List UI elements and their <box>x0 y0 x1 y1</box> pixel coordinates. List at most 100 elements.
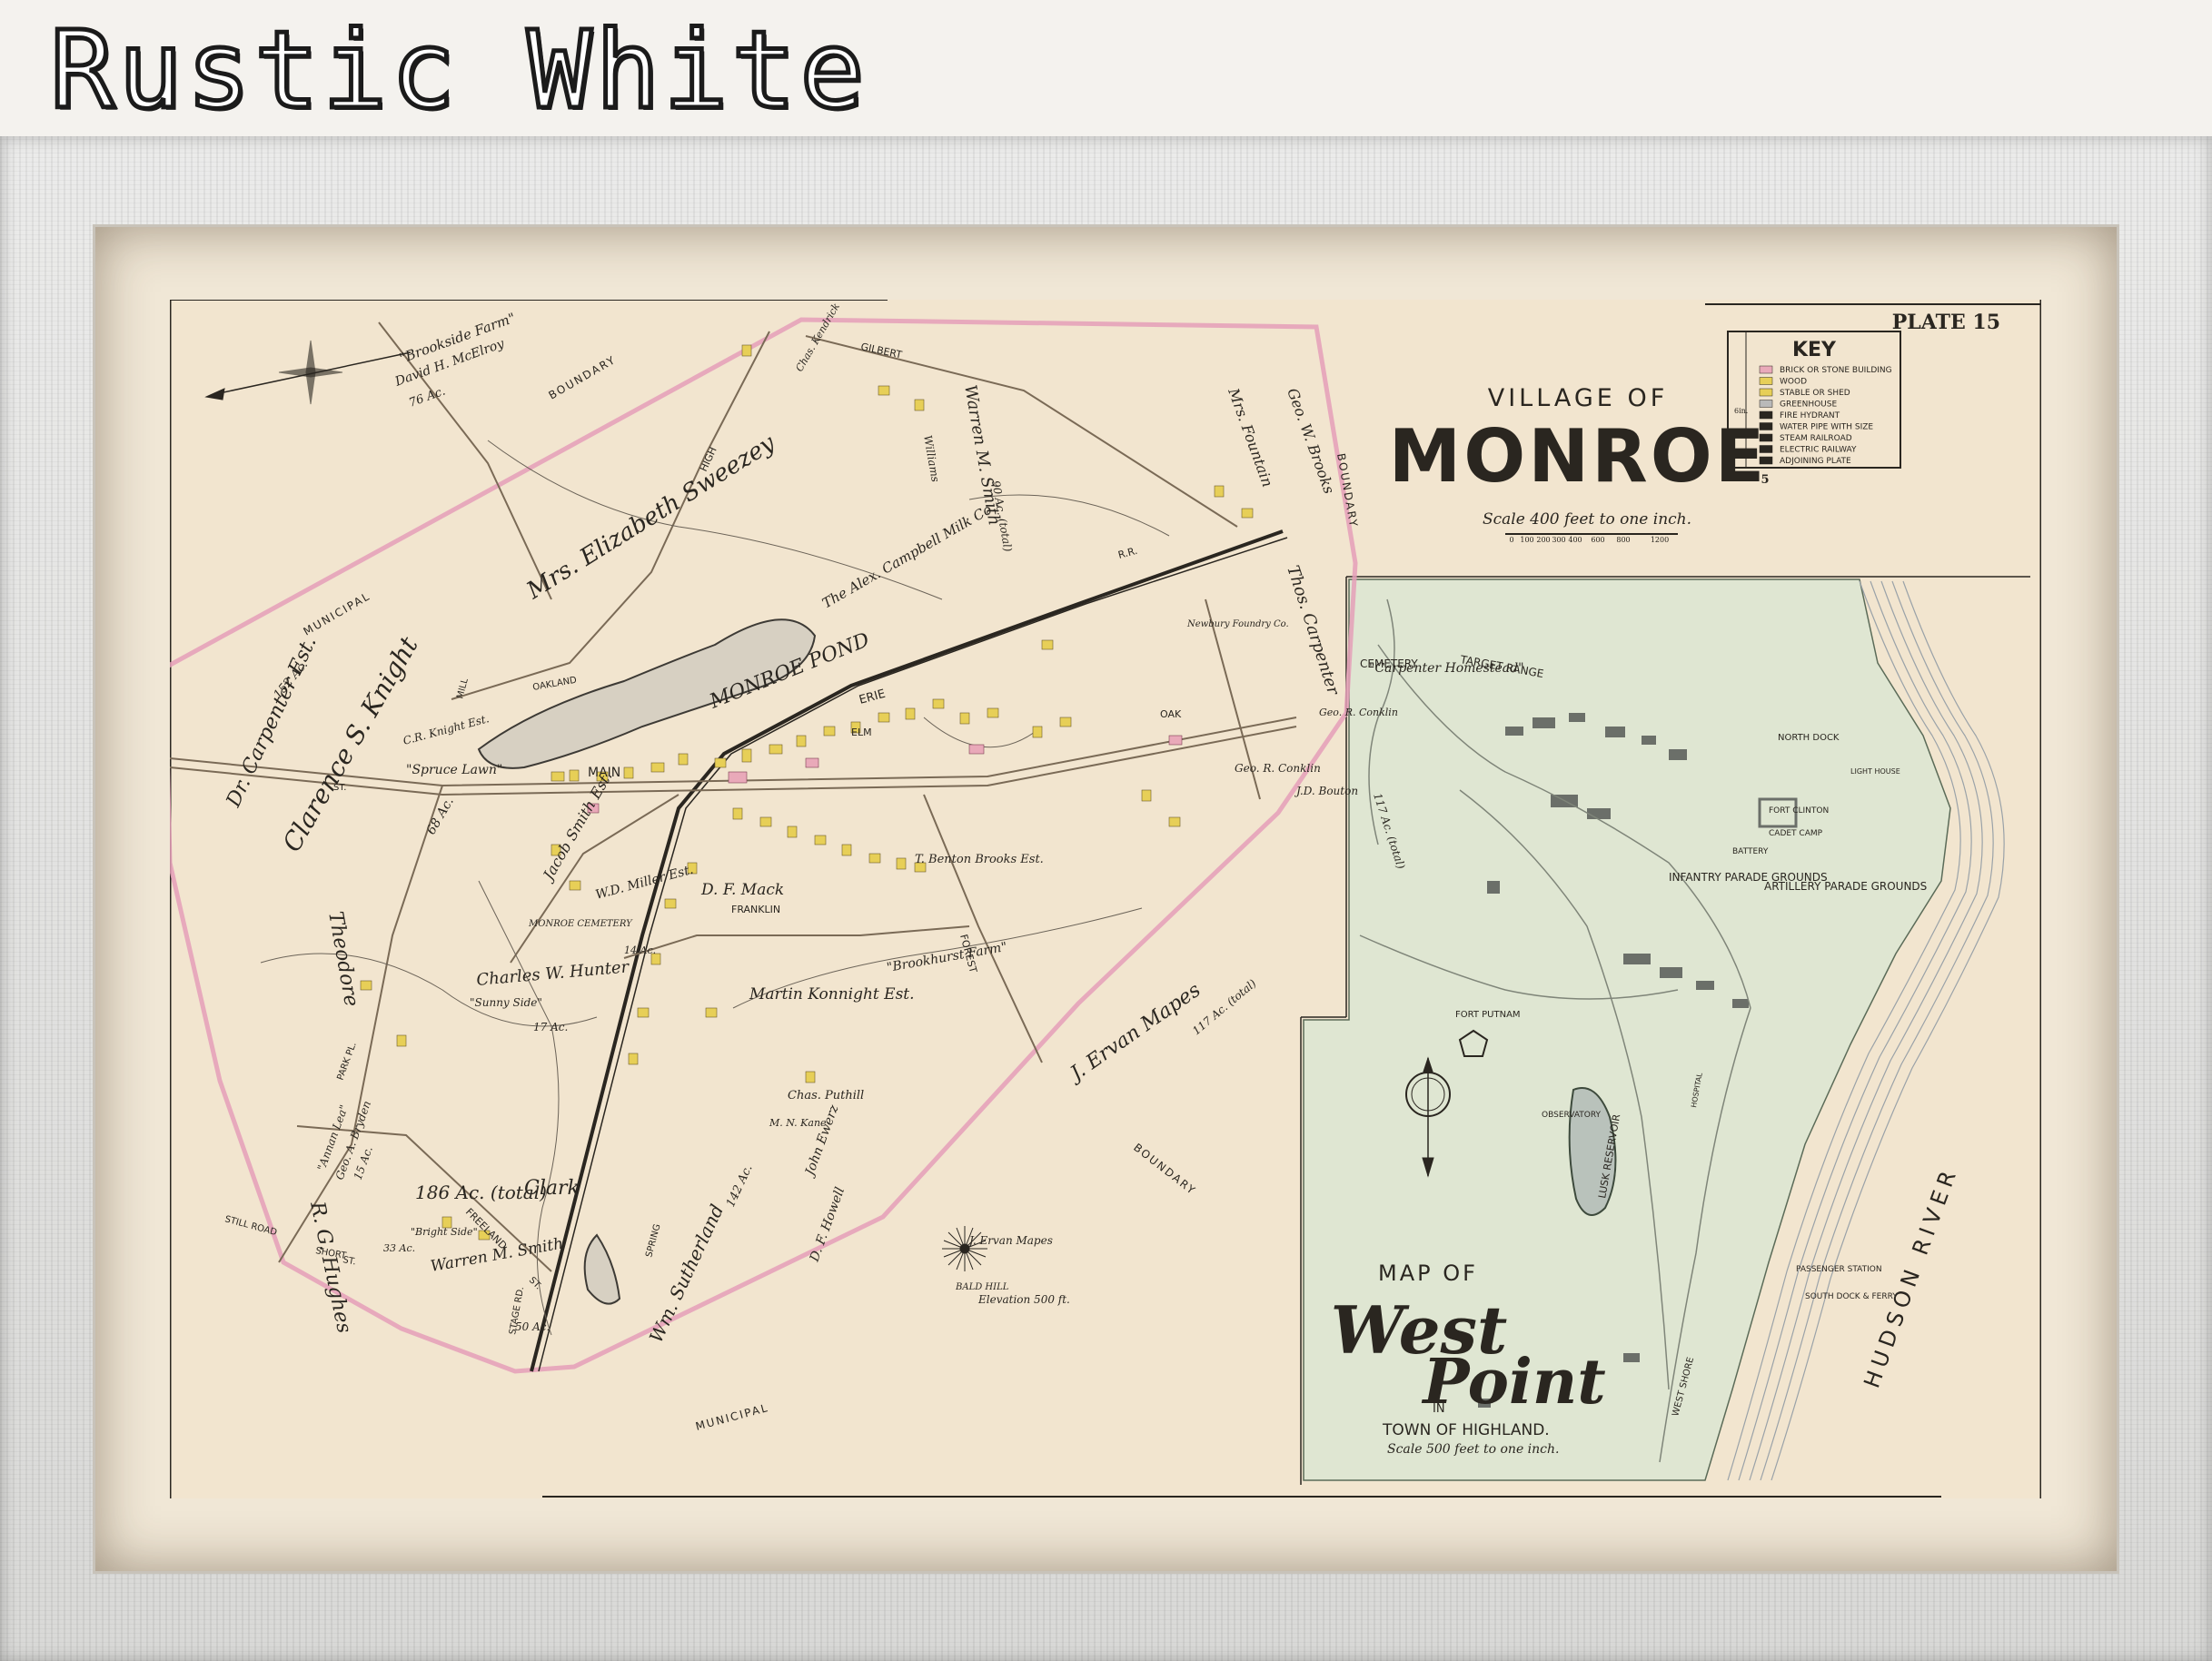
compass-rose-icon <box>204 340 412 405</box>
frame-style-title: Rustic White <box>48 7 868 133</box>
owner-label: J.D. Bouton <box>1294 785 1358 797</box>
key-swatch <box>1759 422 1773 430</box>
seamanville-pond <box>583 1233 621 1305</box>
key-swatch <box>1759 365 1773 374</box>
owner-label: 14 Ac. <box>624 944 656 956</box>
owner-label: "Bright Side" <box>411 1226 478 1238</box>
owner-label: Elevation 500 ft. <box>977 1293 1070 1306</box>
owner-label: J. Ervan Mapes <box>967 1234 1053 1247</box>
street-label: ELM <box>851 727 872 738</box>
bald-hill-icon <box>942 1226 987 1271</box>
monroe-map-svg: PLATE 15 VILLAGE OFMONROE Scale 400 feet t… <box>170 300 2041 1498</box>
map-title-line2: MONROE <box>1389 414 1768 499</box>
rustic-white-frame: PLATE 15 VILLAGE OF MONROE Scale 400 feet t… <box>0 136 2212 1661</box>
scale-tick: 600 <box>1591 536 1604 544</box>
inset-place-label: NORTH DOCK <box>1778 733 1840 743</box>
scale-tick: 200 <box>1536 536 1550 544</box>
boundary-label: MUNICIPAL <box>694 1401 770 1433</box>
map-sheet: PLATE 15 VILLAGE OF MONROE Scale 400 feet t… <box>170 300 2041 1498</box>
owner-label: Theodore <box>323 910 362 1009</box>
owner-label: M. N. Kane <box>769 1117 827 1129</box>
inset-place-label: CEMETERY <box>1360 657 1418 670</box>
owner-label: Thos. Carpenter <box>1283 563 1343 698</box>
owner-label: Williams <box>921 434 942 483</box>
owner-label: Martin Konnight Est. <box>749 985 915 1004</box>
owner-label: Geo. R. Conklin <box>1319 707 1398 718</box>
street-label: ST. <box>527 1275 543 1291</box>
key-item-label: ADJOINING PLATE <box>1780 457 1851 466</box>
inset-subtitle: TOWN OF HIGHLAND. <box>1382 1421 1550 1439</box>
owner-label: 17 Ac. <box>533 1021 568 1033</box>
key-swatch <box>1759 445 1773 453</box>
key-item-label: STABLE OR SHED <box>1780 389 1850 398</box>
inset-place-label: ARTILLERY PARADE GROUNDS <box>1764 880 1927 893</box>
street-label: PARK PL. <box>335 1041 358 1082</box>
owner-label: Chas. Kendrick <box>793 301 842 373</box>
inset-title-line4: IN <box>1433 1402 1445 1416</box>
inset-title-line3: Point <box>1421 1346 1605 1419</box>
scale-tick: 300 <box>1552 536 1565 544</box>
inset-scale: Scale 500 feet to one inch. <box>1387 1442 1559 1457</box>
owner-label: T. Benton Brooks Est. <box>915 853 1044 866</box>
scale-tick: 100 <box>1520 536 1533 544</box>
street-label: OAKLAND <box>532 676 578 693</box>
key-item-label: WOOD <box>1780 378 1807 387</box>
inset-place-label: OBSERVATORY <box>1542 1111 1602 1120</box>
key-swatch <box>1759 377 1773 385</box>
owner-label: "Sunny Side" <box>470 996 542 1009</box>
scale-tick: 800 <box>1616 536 1630 544</box>
owner-label: W.D. Miller Est. <box>594 863 695 903</box>
boundary-label: MUNICIPAL <box>302 589 373 638</box>
owner-label: 68 Ac. <box>424 795 457 837</box>
key-plate-ref: 5 <box>1761 473 1769 487</box>
owner-label: D. F. Howell <box>807 1185 848 1264</box>
owner-label: 33 Ac. <box>383 1242 415 1254</box>
street-label: MILL <box>455 677 471 700</box>
scale-text: Scale 400 feet to one inch. <box>1483 510 1691 529</box>
key-swatch <box>1759 388 1773 397</box>
key-side-label: 6in. <box>1734 407 1748 415</box>
key-item-label: BRICK OR STONE BUILDING <box>1780 366 1892 375</box>
key-item-label: STEAM RAILROAD <box>1780 434 1852 443</box>
key-title: KEY <box>1792 339 1837 361</box>
owner-label: Newbury Foundry Co. <box>1186 619 1289 629</box>
key-item-label: FIRE HYDRANT <box>1780 411 1840 420</box>
owner-label: MONROE CEMETERY <box>528 919 633 929</box>
owner-label: 117 Ac. (total) <box>1190 976 1259 1037</box>
street-label: ST. <box>342 1255 356 1267</box>
owner-label: "Brookhurst Farm" <box>886 940 1008 975</box>
owner-label: Dr. Carpenter Est. <box>222 633 321 811</box>
street-label: OAK <box>1160 708 1182 720</box>
inset-place-label: PASSENGER STATION <box>1796 1265 1882 1274</box>
owner-label: D. F. Mack <box>700 881 784 899</box>
owner-label: Geo. R. Conklin <box>1235 762 1321 775</box>
key-item-label: WATER PIPE WITH SIZE <box>1780 423 1873 432</box>
street-label: GILBERT <box>859 341 903 361</box>
boundary-label: BOUNDARY <box>547 353 619 402</box>
brick-buildings <box>587 735 1183 814</box>
owner-label: C.R. Knight Est. <box>402 712 491 747</box>
owner-label: Chas. Puthill <box>788 1089 864 1102</box>
owner-label: 76 Ac. <box>407 384 447 410</box>
owner-label: 50 Ac. <box>515 1320 550 1333</box>
inset-place-label: FORT PUTNAM <box>1455 1010 1521 1020</box>
scale-tick: 400 <box>1568 536 1582 544</box>
monroe-pond <box>477 618 817 769</box>
inset-place-label: CADET CAMP <box>1769 829 1823 838</box>
key-item-label: GREENHOUSE <box>1780 400 1837 410</box>
owner-label: John Ewerz <box>802 1102 842 1180</box>
street-label: MAIN <box>588 766 620 780</box>
street-label: ERIE <box>858 687 887 707</box>
owner-label: BALD HILL <box>955 1282 1009 1292</box>
owner-label: 142 Ac. <box>724 1162 756 1209</box>
municipal-boundary <box>170 317 1358 1374</box>
owner-label: Jacob Smith Est. <box>539 768 616 885</box>
owner-label: Charles W. Hunter <box>476 957 631 990</box>
inset-place-label: BATTERY <box>1732 847 1769 856</box>
inset-place-label: LIGHT HOUSE <box>1850 767 1900 776</box>
street-label: R.R. <box>1116 545 1138 561</box>
cream-mat: PLATE 15 VILLAGE OF MONROE Scale 400 feet t… <box>95 227 2117 1571</box>
owner-label: Wm. Sutherland <box>645 1201 729 1346</box>
street-label: ST. <box>333 783 346 793</box>
boundary-label: BOUNDARY <box>1131 1141 1198 1197</box>
